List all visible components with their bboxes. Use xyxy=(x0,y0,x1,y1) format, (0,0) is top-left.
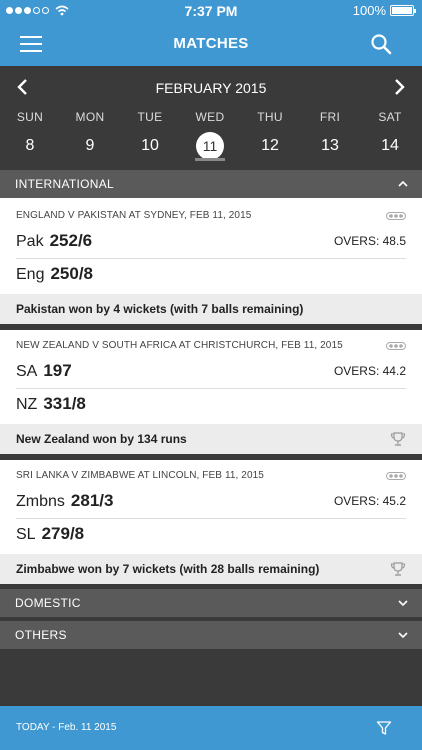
search-icon[interactable] xyxy=(370,33,392,55)
team-name: Pak xyxy=(16,233,44,250)
month-label: FEBRUARY 2015 xyxy=(155,80,267,96)
match-card[interactable]: SRI LANKA V ZIMBABWE AT LINCOLN, FEB 11,… xyxy=(0,460,422,584)
score-row: Eng 250/8 xyxy=(16,258,406,290)
next-week-arrow-icon[interactable] xyxy=(389,77,409,97)
section-header-international[interactable]: INTERNATIONAL xyxy=(0,170,422,198)
team-score: 331/8 xyxy=(43,394,86,413)
match-result: Zimbabwe won by 7 wickets (with 28 balls… xyxy=(0,554,422,584)
score-row: Pak 252/6 OVERS: 48.5 xyxy=(16,225,406,257)
day-sat[interactable]: SAT 14 xyxy=(360,110,420,160)
team-name: SA xyxy=(16,363,38,380)
section-label: OTHERS xyxy=(15,628,67,642)
day-sun[interactable]: SUN 8 xyxy=(0,110,60,160)
chevron-up-icon xyxy=(398,180,408,187)
overs-count: OVERS: 44.2 xyxy=(333,364,406,378)
section-header-domestic[interactable]: DOMESTIC xyxy=(0,589,422,617)
more-options-icon[interactable] xyxy=(386,472,406,480)
result-text: New Zealand won by 134 runs xyxy=(16,432,187,446)
chevron-down-icon xyxy=(398,600,408,607)
more-options-icon[interactable] xyxy=(386,212,406,220)
week-days: SUN 8 MON 9 TUE 10 WED 11 THU 12 FRI 13 SAT 14 xyxy=(0,110,422,170)
filter-icon[interactable] xyxy=(376,720,392,736)
date-picker: FEBRUARY 2015 SUN 8 MON 9 TUE 10 WED 11 THU 1… xyxy=(0,66,422,170)
footer-bar: TODAY - Feb. 11 2015 xyxy=(0,706,422,750)
match-result: Pakistan won by 4 wickets (with 7 balls … xyxy=(0,294,422,324)
match-title: SRI LANKA V ZIMBABWE AT LINCOLN, FEB 11,… xyxy=(16,470,264,481)
score-row: Zmbns 281/3 OVERS: 45.2 xyxy=(16,485,406,517)
match-title: NEW ZEALAND V SOUTH AFRICA AT CHRISTCHUR… xyxy=(16,340,343,351)
status-bar: 7:37 PM 100% xyxy=(0,0,422,22)
day-tue[interactable]: TUE 10 xyxy=(120,110,180,160)
match-result: New Zealand won by 134 runs xyxy=(0,424,422,454)
match-card[interactable]: ENGLAND V PAKISTAN AT SYDNEY, FEB 11, 20… xyxy=(0,198,422,324)
match-card[interactable]: NEW ZEALAND V SOUTH AFRICA AT CHRISTCHUR… xyxy=(0,330,422,454)
day-mon[interactable]: MON 9 xyxy=(60,110,120,160)
chevron-down-icon xyxy=(398,632,408,639)
day-thu[interactable]: THU 12 xyxy=(240,110,300,160)
team-name: Eng xyxy=(16,266,45,283)
score-row: NZ 331/8 xyxy=(16,388,406,420)
team-score: 250/8 xyxy=(50,264,94,283)
team-score: 281/3 xyxy=(70,491,114,510)
trophy-icon xyxy=(390,562,406,576)
app-bar: MATCHES xyxy=(0,22,422,66)
overs-count: OVERS: 48.5 xyxy=(333,234,406,248)
today-button[interactable]: TODAY - Feb. 11 2015 xyxy=(16,722,116,733)
section-label: INTERNATIONAL xyxy=(15,177,115,191)
trophy-icon xyxy=(390,432,406,446)
battery-icon xyxy=(390,5,416,16)
team-score: 279/8 xyxy=(41,524,85,543)
section-label: DOMESTIC xyxy=(15,596,81,610)
day-wed-selected[interactable]: WED 11 xyxy=(180,110,240,161)
more-options-icon[interactable] xyxy=(386,342,406,350)
team-score: 197 xyxy=(43,361,72,380)
team-name: SL xyxy=(16,526,36,543)
team-score: 252/6 xyxy=(49,231,93,250)
overs-count: OVERS: 45.2 xyxy=(333,494,406,508)
result-text: Zimbabwe won by 7 wickets (with 28 balls… xyxy=(16,562,320,576)
selected-day-indicator xyxy=(195,158,225,161)
score-row: SA 197 OVERS: 44.2 xyxy=(16,355,406,387)
section-header-others[interactable]: OTHERS xyxy=(0,621,422,649)
score-row: SL 279/8 xyxy=(16,518,406,550)
page-title: MATCHES xyxy=(173,35,249,52)
team-name: NZ xyxy=(16,396,38,413)
day-fri[interactable]: FRI 13 xyxy=(300,110,360,160)
battery-percent: 100% xyxy=(352,3,386,18)
match-title: ENGLAND V PAKISTAN AT SYDNEY, FEB 11, 20… xyxy=(16,210,252,221)
team-name: Zmbns xyxy=(16,493,65,510)
